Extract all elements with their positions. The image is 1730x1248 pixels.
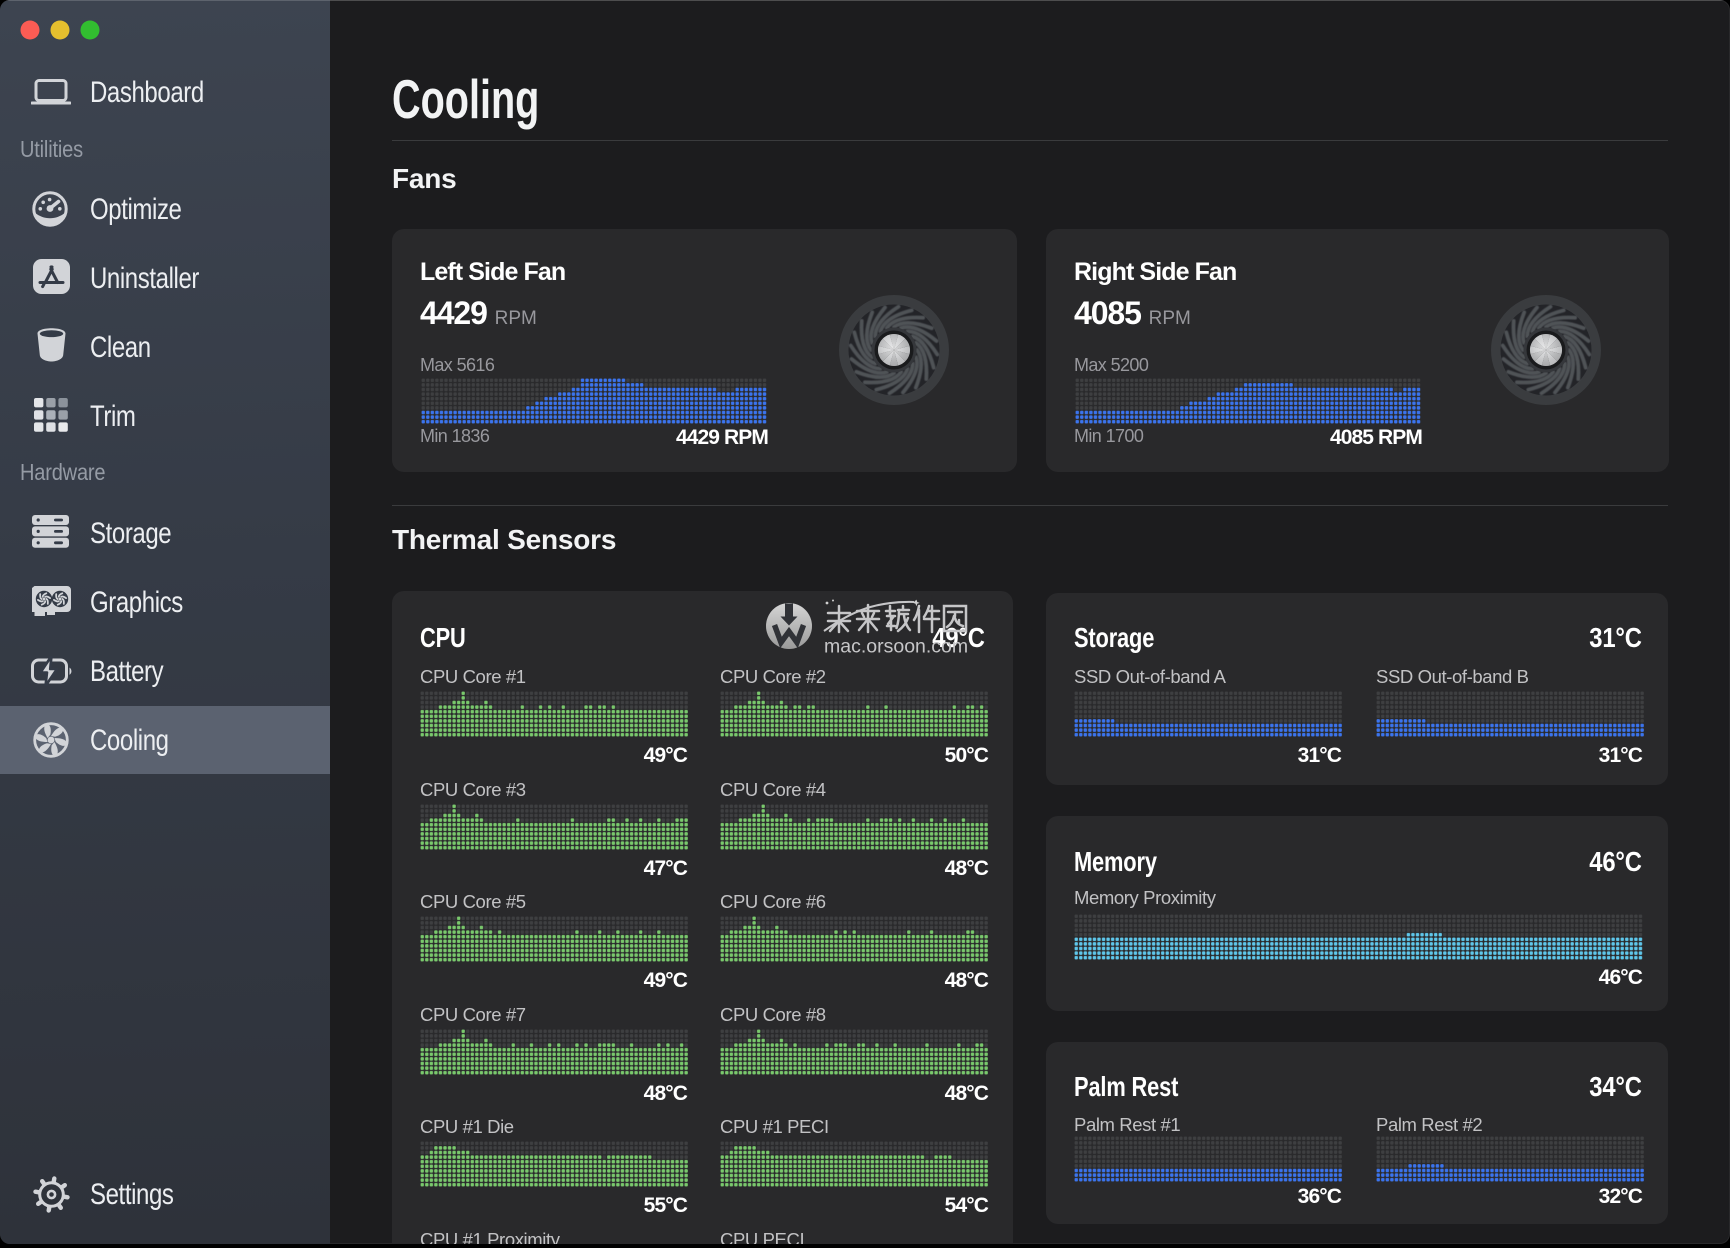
svg-text:mac.orsoon.com: mac.orsoon.com <box>824 636 968 658</box>
